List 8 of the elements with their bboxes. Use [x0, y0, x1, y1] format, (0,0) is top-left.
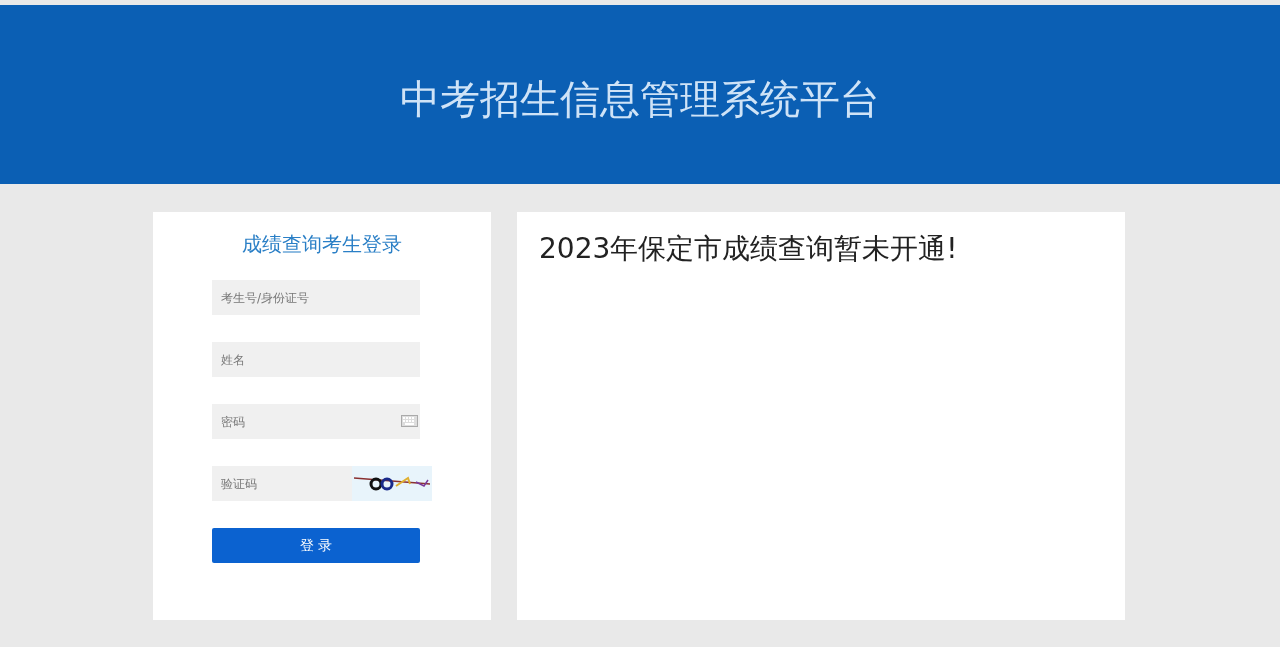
page-title: 中考招生信息管理系统平台	[400, 75, 880, 124]
login-button[interactable]: 登 录	[212, 528, 420, 563]
input-field[interactable]: 验证码	[212, 466, 352, 501]
notice-message: 2023年保定市成绩查询暂未开通!	[539, 231, 959, 267]
input-field[interactable]: 姓名	[212, 342, 420, 377]
input-field[interactable]: 密码	[212, 404, 420, 439]
input-field[interactable]: 考生号/身份证号	[212, 280, 420, 315]
login-title: 成绩查询考生登录	[241, 231, 403, 258]
